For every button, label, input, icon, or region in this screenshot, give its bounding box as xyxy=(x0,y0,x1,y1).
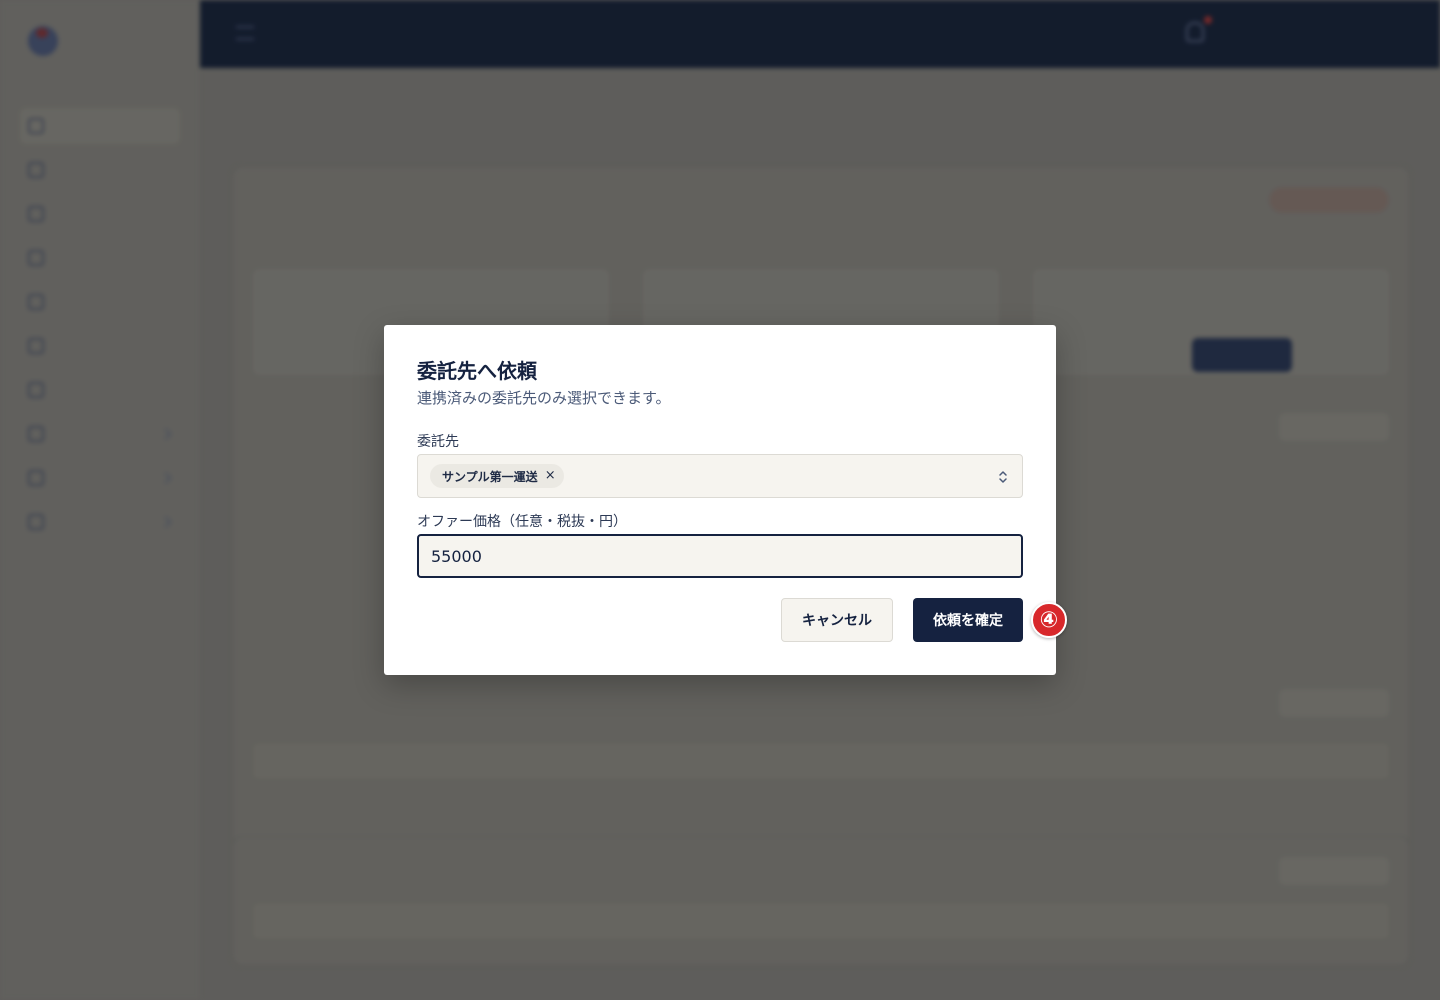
chevron-up-down-icon xyxy=(999,471,1007,483)
price-label: オファー価格（任意・税抜・円） xyxy=(417,514,627,530)
cancel-button[interactable]: キャンセル xyxy=(781,598,893,642)
confirm-request-button[interactable]: 依頼を確定 xyxy=(913,598,1023,642)
contractor-multiselect[interactable]: サンプル第一運送 × xyxy=(417,454,1023,498)
dialog-title: 委託先へ依頼 xyxy=(417,359,537,383)
selected-contractor-chip: サンプル第一運送 × xyxy=(430,464,564,488)
dialog-description: 連携済みの委託先のみ選択できます。 xyxy=(417,389,671,407)
offer-price-input[interactable] xyxy=(417,534,1023,578)
close-icon[interactable]: × xyxy=(545,468,556,484)
contractor-label: 委託先 xyxy=(417,434,459,450)
step-marker-badge: ④ xyxy=(1031,602,1067,638)
chip-label: サンプル第一運送 xyxy=(442,469,538,484)
request-contractor-dialog: 委託先へ依頼 連携済みの委託先のみ選択できます。 委託先 サンプル第一運送 × … xyxy=(384,325,1056,675)
